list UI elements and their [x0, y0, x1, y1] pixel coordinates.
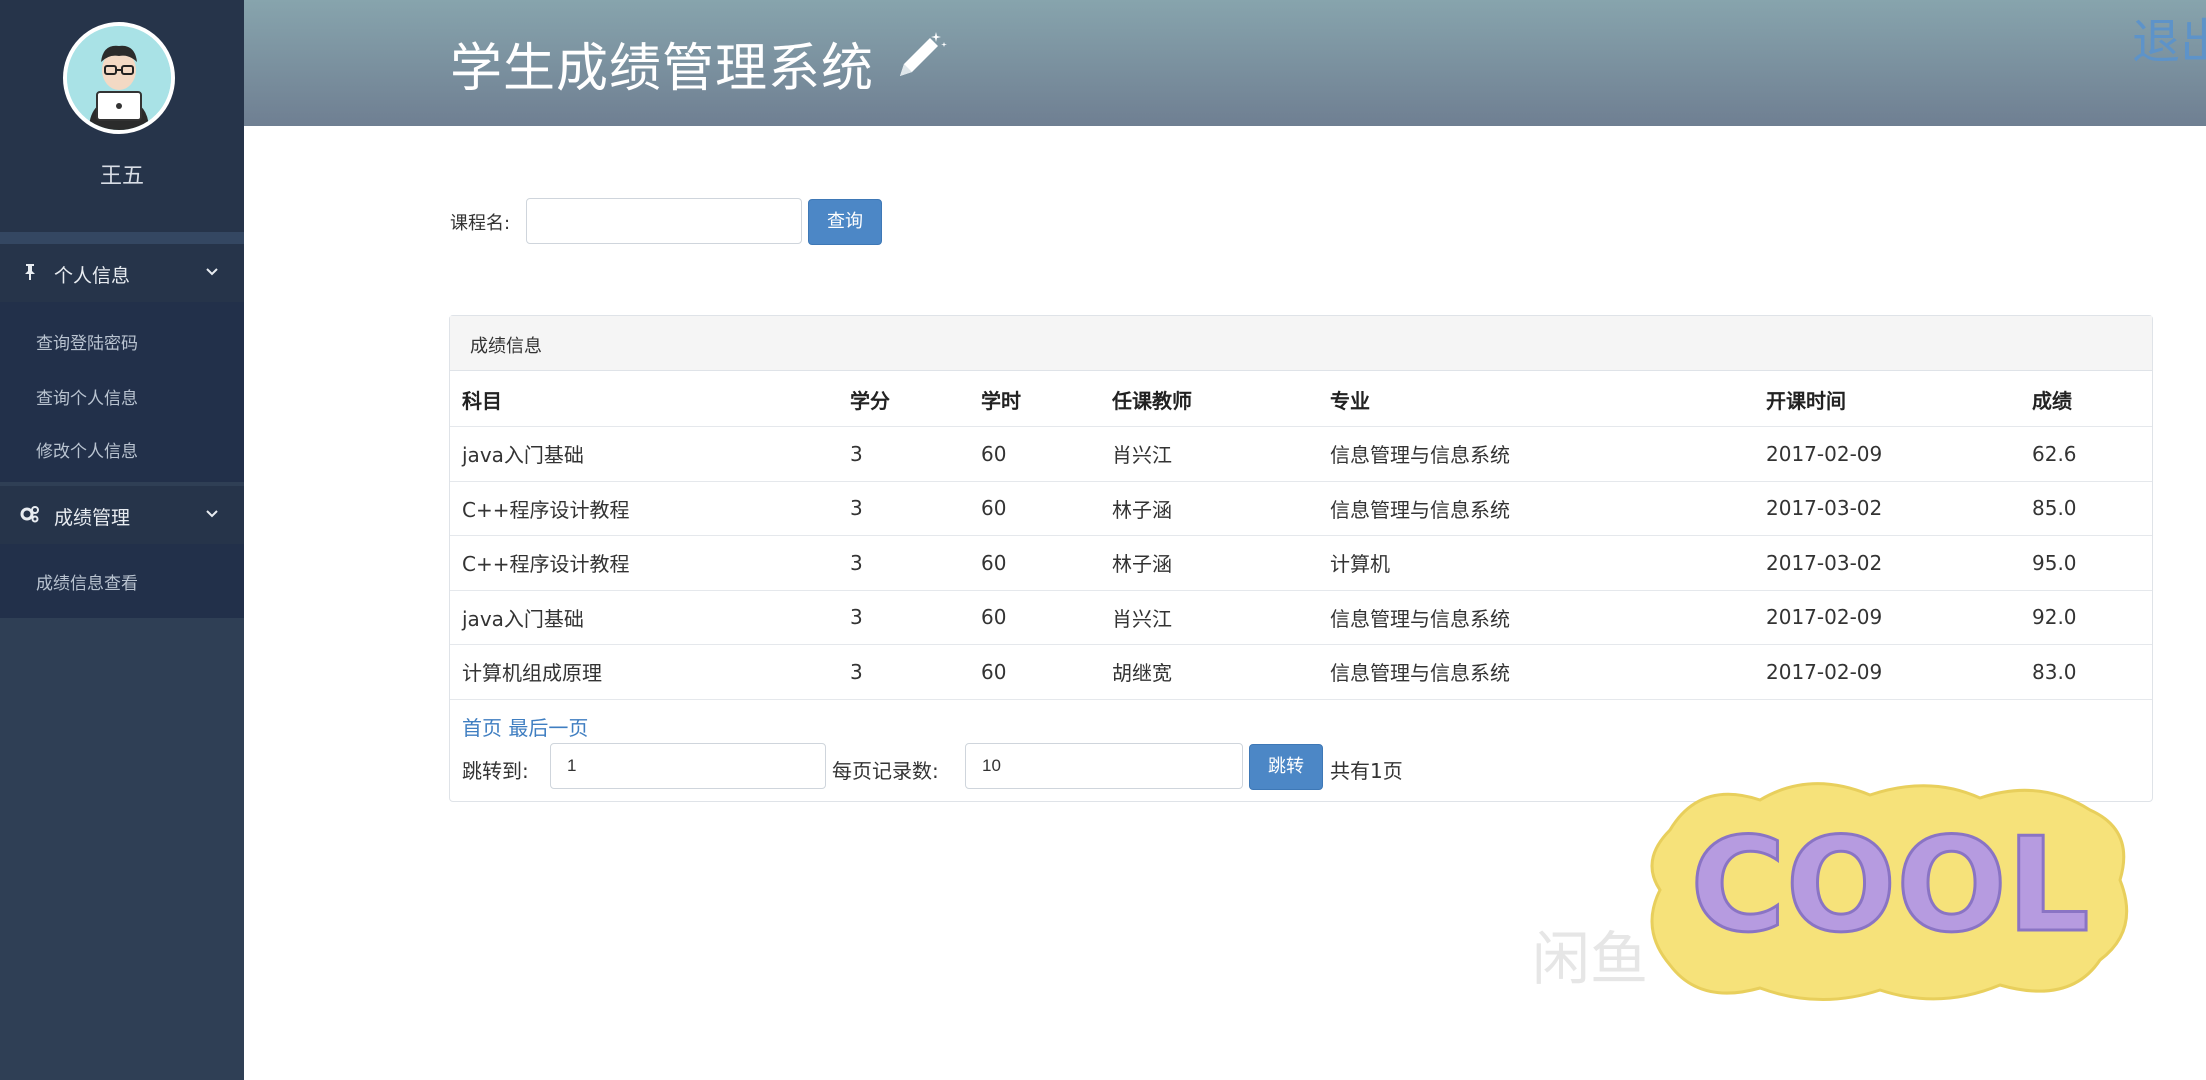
nav-group-grade-management[interactable]: 成绩管理 — [0, 486, 244, 544]
nav-group-label: 个人信息 — [54, 265, 131, 287]
cell-major: 信息管理与信息系统 — [1318, 644, 1754, 700]
cell-credit: 3 — [838, 590, 969, 645]
nav-item-check-password[interactable]: 查询登陆密码 — [36, 329, 138, 354]
cell-major: 信息管理与信息系统 — [1318, 426, 1754, 482]
nav-item-view-profile[interactable]: 查询个人信息 — [36, 384, 138, 409]
nav-item-view-grades[interactable]: 成绩信息查看 — [36, 569, 138, 594]
cell-credit: 3 — [838, 426, 969, 482]
profile-card: 王五 — [0, 0, 244, 232]
cool-sticker: COOL — [1650, 782, 2129, 1001]
cell-score: 85.0 — [2020, 481, 2152, 536]
search-button[interactable]: 查询 — [808, 199, 882, 245]
jump-to-label: 跳转到: — [462, 759, 529, 783]
grades-panel: 成绩信息 科目 学分 学时 任课教师 专业 开课时间 成绩 java入门基础 3… — [449, 315, 2153, 802]
course-name-input[interactable] — [526, 198, 802, 244]
app-root: 王五 个人信息 查询登陆密码 查询个人信息 修改个人信息 成绩管理 成绩信息查看… — [0, 0, 2206, 1080]
column-header: 专业 — [1318, 372, 1754, 427]
cell-score: 95.0 — [2020, 535, 2152, 591]
user-avatar-icon — [67, 26, 171, 130]
table-row: 计算机组成原理 3 60 胡继宽 信息管理与信息系统 2017-02-09 83… — [450, 644, 2152, 700]
top-header: 学生成绩管理系统 退出 — [244, 0, 2206, 126]
app-title: 学生成绩管理系统 — [450, 39, 875, 99]
cell-teacher: 林子涵 — [1100, 481, 1318, 536]
cell-subject: C++程序设计教程 — [450, 535, 838, 591]
column-header: 任课教师 — [1100, 372, 1318, 427]
column-header: 学分 — [838, 372, 969, 427]
per-page-input[interactable] — [965, 743, 1243, 789]
table-row: C++程序设计教程 3 60 林子涵 计算机 2017-03-02 95.0 — [450, 535, 2152, 591]
cell-major: 信息管理与信息系统 — [1318, 481, 1754, 536]
nav-group-label: 成绩管理 — [54, 507, 131, 529]
column-header: 开课时间 — [1754, 372, 2020, 427]
chevron-down-icon — [206, 510, 218, 518]
gears-icon — [20, 506, 39, 523]
cell-start-date: 2017-03-02 — [1754, 481, 2020, 536]
avatar[interactable] — [63, 22, 175, 134]
cell-subject: C++程序设计教程 — [450, 481, 838, 536]
logout-link[interactable]: 退出 — [2132, 2, 2206, 72]
table-header-row: 科目 学分 学时 任课教师 专业 开课时间 成绩 — [450, 372, 2152, 427]
cell-teacher: 胡继宽 — [1100, 644, 1318, 700]
table-row: C++程序设计教程 3 60 林子涵 信息管理与信息系统 2017-03-02 … — [450, 481, 2152, 536]
svg-text:COOL: COOL — [1690, 809, 2089, 961]
jump-button[interactable]: 跳转 — [1249, 744, 1323, 790]
last-page-link[interactable]: 最后一页 — [508, 716, 588, 740]
cell-start-date: 2017-02-09 — [1754, 426, 2020, 482]
nav-submenu-grades: 成绩信息查看 — [0, 544, 244, 618]
course-name-label: 课程名: — [450, 213, 511, 234]
cell-credit: 3 — [838, 481, 969, 536]
cell-credit: 3 — [838, 644, 969, 700]
nav-divider — [0, 232, 244, 244]
jump-page-input[interactable] — [550, 743, 826, 789]
cell-subject: java入门基础 — [450, 590, 838, 645]
cell-start-date: 2017-02-09 — [1754, 644, 2020, 700]
nav-submenu-personal: 查询登陆密码 查询个人信息 修改个人信息 — [0, 302, 244, 482]
cell-start-date: 2017-02-09 — [1754, 590, 2020, 645]
pin-icon — [25, 264, 35, 280]
cell-hours: 60 — [969, 644, 1100, 700]
cell-teacher: 肖兴江 — [1100, 426, 1318, 482]
cell-hours: 60 — [969, 481, 1100, 536]
user-name: 王五 — [99, 164, 144, 189]
watermark-text: 闲鱼 — [1532, 925, 1649, 993]
chevron-down-icon — [206, 268, 218, 276]
column-header: 科目 — [450, 372, 838, 427]
table-row: java入门基础 3 60 肖兴江 信息管理与信息系统 2017-02-09 9… — [450, 590, 2152, 645]
cell-hours: 60 — [969, 426, 1100, 482]
cell-score: 83.0 — [2020, 644, 2152, 700]
cell-major: 信息管理与信息系统 — [1318, 590, 1754, 645]
per-page-label: 每页记录数: — [832, 759, 939, 783]
cell-subject: 计算机组成原理 — [450, 644, 838, 700]
pager-links: 首页 最后一页 — [462, 712, 588, 741]
grades-table: 科目 学分 学时 任课教师 专业 开课时间 成绩 java入门基础 3 60 肖… — [450, 372, 2152, 700]
magic-pencil-icon — [900, 32, 947, 76]
cell-credit: 3 — [838, 535, 969, 591]
panel-header: 成绩信息 — [450, 316, 2152, 371]
nav-item-edit-profile[interactable]: 修改个人信息 — [36, 437, 138, 462]
first-page-link[interactable]: 首页 — [462, 716, 502, 740]
cell-hours: 60 — [969, 535, 1100, 591]
cell-start-date: 2017-03-02 — [1754, 535, 2020, 591]
cell-major: 计算机 — [1318, 535, 1754, 591]
table-row: java入门基础 3 60 肖兴江 信息管理与信息系统 2017-02-09 6… — [450, 426, 2152, 482]
sidebar: 王五 个人信息 查询登陆密码 查询个人信息 修改个人信息 成绩管理 成绩信息查看 — [0, 0, 244, 1080]
nav-group-personal-info[interactable]: 个人信息 — [0, 244, 244, 302]
cell-teacher: 肖兴江 — [1100, 590, 1318, 645]
column-header: 成绩 — [2020, 372, 2152, 427]
cell-hours: 60 — [969, 590, 1100, 645]
total-pages-text: 共有1页 — [1330, 759, 1403, 783]
panel-title: 成绩信息 — [470, 336, 542, 357]
cell-teacher: 林子涵 — [1100, 535, 1318, 591]
cell-score: 62.6 — [2020, 426, 2152, 482]
cell-subject: java入门基础 — [450, 426, 838, 482]
cell-score: 92.0 — [2020, 590, 2152, 645]
column-header: 学时 — [969, 372, 1100, 427]
